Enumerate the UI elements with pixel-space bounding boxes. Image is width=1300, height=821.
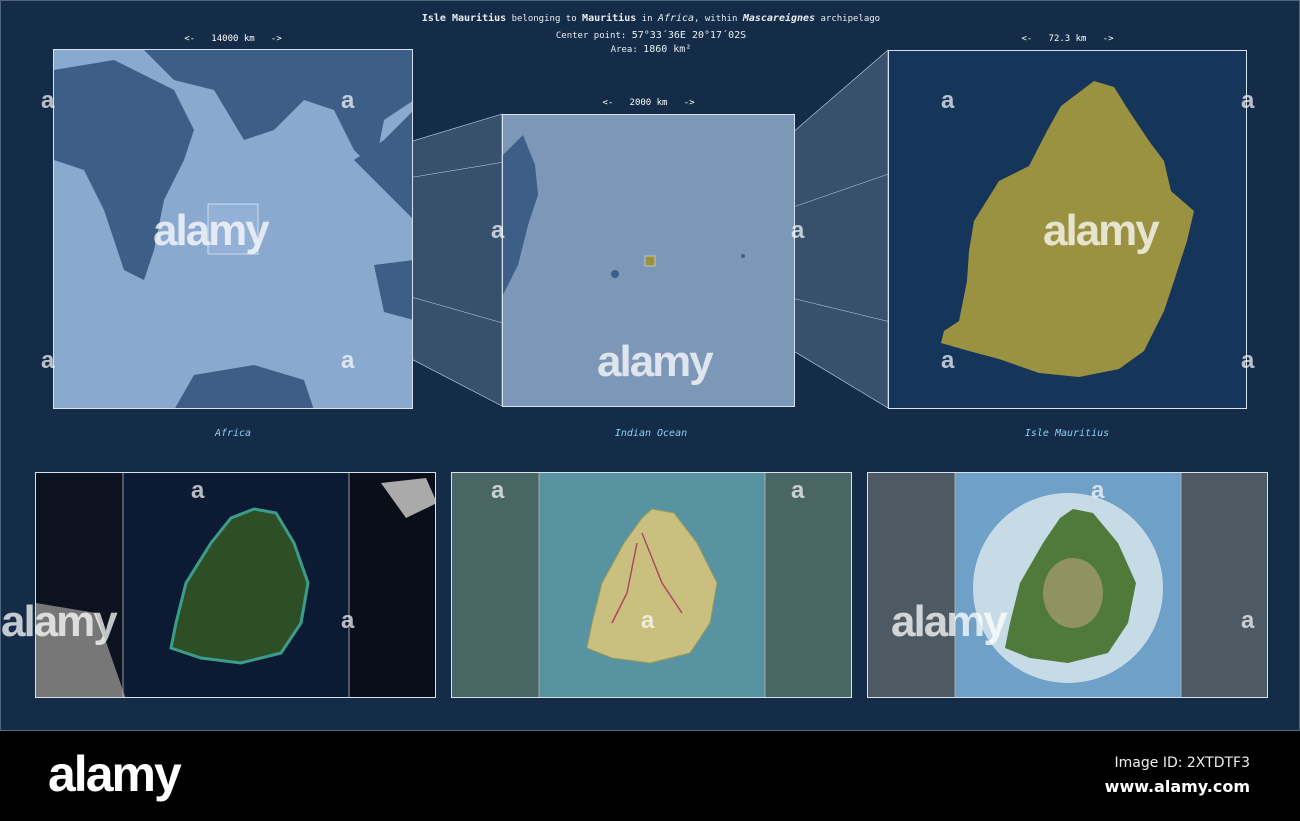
watermark: alamy bbox=[1, 597, 118, 646]
watermark-letter: a bbox=[41, 347, 55, 374]
watermark-letter: a bbox=[1241, 87, 1255, 114]
watermark: alamy bbox=[891, 597, 1008, 646]
watermark-letter: a bbox=[491, 217, 505, 244]
relief-imagery bbox=[868, 473, 1267, 697]
caption-isle-mauritius: Isle Mauritius bbox=[1024, 428, 1110, 439]
alamy-logo: alamy bbox=[48, 746, 182, 802]
watermark-letter: a bbox=[41, 87, 55, 114]
topographic-map[interactable] bbox=[451, 472, 852, 698]
caption-indian-ocean: Indian Ocean bbox=[614, 428, 688, 439]
watermark-letter: a bbox=[341, 347, 355, 374]
watermark-letter: a bbox=[491, 477, 505, 504]
watermark: alamy bbox=[1043, 206, 1160, 255]
watermark-letter: a bbox=[1091, 477, 1105, 504]
satellite-imagery bbox=[36, 473, 435, 697]
watermark-letter: a bbox=[191, 477, 205, 504]
scale-bar-africa: <- 14000 km -> bbox=[184, 34, 282, 44]
watermark-letter: a bbox=[641, 607, 655, 634]
watermark-letter: a bbox=[1241, 607, 1255, 634]
relief-map[interactable] bbox=[867, 472, 1268, 698]
scale-bar-indian-ocean: <- 2000 km -> bbox=[602, 98, 695, 108]
satellite-map[interactable] bbox=[35, 472, 436, 698]
image-id: Image ID: 2XTDTF3 bbox=[1114, 755, 1250, 771]
footer: alamy Image ID: 2XTDTF3 www.alamy.com bbox=[0, 731, 1300, 821]
watermark: alamy bbox=[153, 206, 270, 255]
watermark-letter: a bbox=[791, 477, 805, 504]
map-infographic: Isle Mauritius belonging to Mauritius in… bbox=[0, 0, 1300, 731]
watermark-letter: a bbox=[1241, 347, 1255, 374]
caption-africa: Africa bbox=[214, 428, 252, 439]
road-map bbox=[452, 473, 851, 697]
watermark-letter: a bbox=[341, 87, 355, 114]
watermark: alamy bbox=[597, 337, 714, 386]
watermark-letter: a bbox=[791, 217, 805, 244]
watermark-letter: a bbox=[941, 347, 955, 374]
scale-bar-mauritius: <- 72.3 km -> bbox=[1021, 34, 1114, 44]
site-url[interactable]: www.alamy.com bbox=[1105, 777, 1250, 796]
watermark-letter: a bbox=[941, 87, 955, 114]
watermark-letter: a bbox=[341, 607, 355, 634]
